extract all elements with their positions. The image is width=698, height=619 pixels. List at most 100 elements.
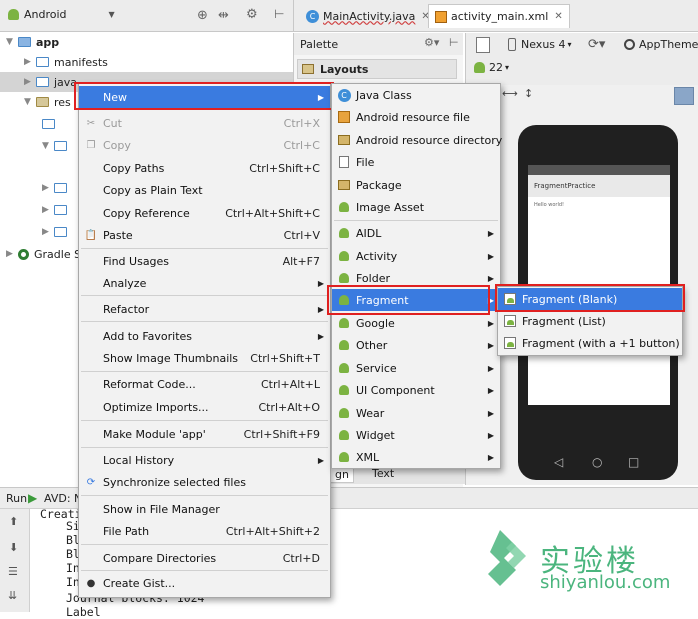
menu-item-compare-directories[interactable]: Compare Directories Ctrl+D: [79, 547, 330, 569]
android-icon: [337, 361, 351, 375]
submenu-item-aidl[interactable]: AIDL ▶: [332, 222, 500, 244]
menu-item-find-usages[interactable]: Find Usages Alt+F7: [79, 250, 330, 272]
github-icon: ●: [86, 577, 96, 589]
tree-item-res-child[interactable]: ▼: [42, 136, 72, 156]
menu-item-show-thumbnails[interactable]: Show Image Thumbnails Ctrl+Shift+T: [79, 347, 330, 369]
tree-item-res-child[interactable]: ▶: [42, 178, 72, 198]
menu-item-create-gist[interactable]: ● Create Gist...: [79, 572, 330, 594]
menu-item-new[interactable]: New ▶: [79, 86, 330, 108]
menu-item-analyze[interactable]: Analyze ▶: [79, 272, 330, 294]
sync-icon[interactable]: ⊕: [197, 8, 208, 23]
menu-item-local-history[interactable]: Local History ▶: [79, 449, 330, 471]
wrap-icon[interactable]: ☰: [8, 565, 18, 578]
submenu-item-fragment[interactable]: Fragment ▶: [332, 289, 500, 311]
submenu-item-wear[interactable]: Wear ▶: [332, 402, 500, 424]
menu-item-make-module[interactable]: Make Module 'app' Ctrl+Shift+F9: [79, 423, 330, 445]
tree-item-gradle[interactable]: ▶ Gradle S: [6, 244, 81, 264]
scroll-end-icon[interactable]: ⇊: [8, 589, 17, 602]
menu-item-copy-paths[interactable]: Copy Paths Ctrl+Shift+C: [79, 157, 330, 179]
api-selector[interactable]: 22 ▾: [474, 61, 509, 74]
folder-icon: [54, 205, 67, 215]
menu-item-shortcut: Ctrl+X: [283, 116, 320, 130]
tree-item-res-child[interactable]: ▶: [42, 222, 72, 242]
home-icon: ○: [592, 455, 603, 469]
menu-item-label: Create Gist...: [103, 576, 176, 590]
phone-status-bar: [528, 165, 670, 175]
submenu-item-java-class[interactable]: C Java Class: [332, 84, 500, 106]
menu-separator: [81, 447, 328, 448]
tab-activity-main[interactable]: activity_main.xml ✕: [428, 4, 570, 28]
java-class-icon: C: [337, 88, 351, 102]
collapse-icon[interactable]: ⇹: [218, 8, 229, 23]
submenu-item-service[interactable]: Service ▶: [332, 357, 500, 379]
zoom-icon[interactable]: [674, 87, 694, 105]
android-icon: [337, 271, 351, 285]
menu-item-synchronize[interactable]: ⟳ Synchronize selected files: [79, 471, 330, 493]
resize-horizontal-icon[interactable]: ⟷: [502, 87, 518, 100]
submenu-item-ui-component[interactable]: UI Component ▶: [332, 379, 500, 401]
submenu-item-fragment-list[interactable]: Fragment (List): [498, 310, 682, 332]
android-icon: [337, 226, 351, 240]
menu-item-shortcut: Ctrl+D: [282, 551, 320, 565]
submenu-item-xml[interactable]: XML ▶: [332, 446, 500, 468]
gear-icon[interactable]: ⚙: [246, 7, 258, 22]
menu-item-add-to-favorites[interactable]: Add to Favorites ▶: [79, 325, 330, 347]
layout-variant-icon[interactable]: [476, 37, 490, 53]
menu-item-optimize-imports[interactable]: Optimize Imports... Ctrl+Alt+O: [79, 396, 330, 418]
submenu-item-folder[interactable]: Folder ▶: [332, 267, 500, 289]
palette-group-layouts[interactable]: Layouts: [297, 59, 457, 79]
submenu-item-file[interactable]: File: [332, 151, 500, 173]
menu-item-paste[interactable]: 📋 Paste Ctrl+V: [79, 224, 330, 246]
submenu-item-android-resource-file[interactable]: Android resource file: [332, 106, 500, 128]
submenu-item-package[interactable]: Package: [332, 174, 500, 196]
submenu-item-activity[interactable]: Activity ▶: [332, 245, 500, 267]
theme-selector[interactable]: AppTheme: [624, 38, 698, 51]
menu-item-cut[interactable]: ✂ Cut Ctrl+X: [79, 112, 330, 134]
menu-item-label: Add to Favorites: [103, 329, 193, 343]
close-icon[interactable]: ✕: [554, 11, 562, 22]
arrow-up-icon[interactable]: ⬆: [9, 515, 18, 528]
menu-item-show-in-file-manager[interactable]: Show in File Manager: [79, 498, 330, 520]
menu-item-shortcut: Ctrl+Alt+Shift+2: [225, 524, 320, 538]
submenu-item-google[interactable]: Google ▶: [332, 312, 500, 334]
orientation-icon[interactable]: ⟳▾: [588, 37, 605, 52]
expand-arrow-icon: ▼: [24, 97, 31, 107]
phone-app-title: FragmentPractice: [534, 182, 596, 190]
submenu-item-fragment-plus-one[interactable]: Fragment (with a +1 button): [498, 332, 682, 354]
menu-item-copy[interactable]: ❐ Copy Ctrl+C: [79, 134, 330, 156]
submenu-item-fragment-blank[interactable]: Fragment (Blank): [498, 288, 682, 310]
chevron-down-icon: ▼: [108, 10, 115, 19]
gear-icon[interactable]: ⚙▾: [424, 36, 439, 49]
tab-mainactivity[interactable]: C MainActivity.java ✕: [300, 4, 436, 28]
menu-item-copy-plain-text[interactable]: Copy as Plain Text: [79, 179, 330, 201]
arrow-down-icon[interactable]: ⬇: [9, 541, 18, 554]
chevron-down-icon: ▾: [567, 40, 572, 49]
tree-item-app[interactable]: ▼ app: [6, 32, 286, 52]
android-icon: [337, 428, 351, 442]
tree-item-res-child[interactable]: [42, 114, 60, 134]
menu-item-reformat-code[interactable]: Reformat Code... Ctrl+Alt+L: [79, 373, 330, 395]
submenu-item-widget[interactable]: Widget ▶: [332, 424, 500, 446]
tree-item-res-child[interactable]: ▶: [42, 200, 72, 220]
resize-vertical-icon[interactable]: ↕: [524, 87, 533, 100]
menu-item-refactor[interactable]: Refactor ▶: [79, 298, 330, 320]
palette-group-label: Layouts: [320, 62, 369, 76]
menu-item-file-path[interactable]: File Path Ctrl+Alt+Shift+2: [79, 520, 330, 542]
back-icon: ◁: [554, 455, 564, 469]
hide-panel-icon[interactable]: ⊢: [274, 7, 284, 21]
hide-panel-icon[interactable]: ⊢: [449, 36, 459, 49]
submenu-item-android-resource-directory[interactable]: Android resource directory: [332, 129, 502, 151]
play-icon[interactable]: ▶: [28, 491, 37, 505]
device-label: Nexus 4: [521, 38, 566, 51]
device-selector[interactable]: Nexus 4 ▾: [508, 38, 572, 51]
run-sidebar: ⬆ ⬇ ☰ ⇊: [0, 509, 30, 612]
menu-item-label: Make Module 'app': [103, 427, 206, 441]
tree-item-manifests[interactable]: ▶ manifests: [24, 52, 284, 72]
submenu-item-other[interactable]: Other ▶: [332, 334, 500, 356]
submenu-arrow-icon: ▶: [317, 304, 324, 314]
view-selector[interactable]: Android ▼: [8, 8, 115, 21]
theme-icon: [624, 39, 635, 50]
menu-item-copy-reference[interactable]: Copy Reference Ctrl+Alt+Shift+C: [79, 202, 330, 224]
submenu-item-image-asset[interactable]: Image Asset: [332, 196, 500, 218]
gradle-icon: [18, 248, 29, 260]
